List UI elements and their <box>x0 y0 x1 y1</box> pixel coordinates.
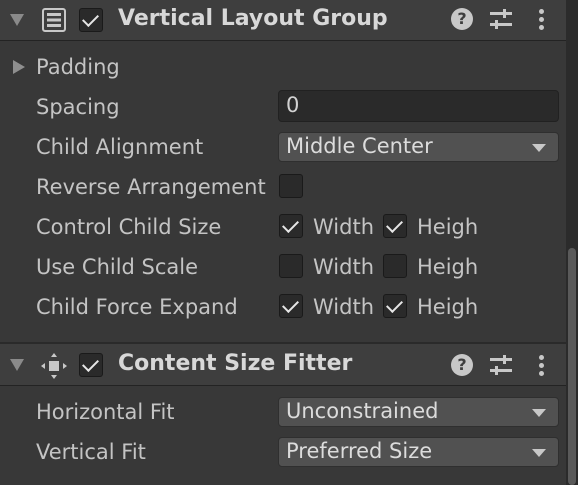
horizontal-fit-dropdown[interactable]: Unconstrained <box>278 397 559 427</box>
horizontal-fit-label: Horizontal Fit <box>36 400 175 424</box>
child-force-expand-width-checkbox[interactable] <box>279 294 303 318</box>
help-icon[interactable]: ? <box>451 354 473 376</box>
height-label: Heigh <box>417 255 479 279</box>
use-child-scale-label: Use Child Scale <box>36 255 199 279</box>
help-icon[interactable]: ? <box>451 8 473 30</box>
width-label: Width <box>313 215 375 239</box>
kebab-menu-icon[interactable] <box>539 8 545 32</box>
vertical-fit-value: Preferred Size <box>286 439 433 463</box>
child-force-expand-height-checkbox[interactable] <box>383 294 407 318</box>
use-child-scale-height-checkbox[interactable] <box>383 254 407 278</box>
presets-icon[interactable] <box>490 8 512 30</box>
scrollbar-thumb[interactable] <box>568 248 576 485</box>
spacing-label: Spacing <box>36 95 120 119</box>
child-force-expand-label: Child Force Expand <box>36 295 238 319</box>
vertical-fit-label: Vertical Fit <box>36 440 146 464</box>
vertical-fit-dropdown[interactable]: Preferred Size <box>278 437 559 467</box>
padding-label[interactable]: Padding <box>36 55 120 79</box>
child-alignment-value: Middle Center <box>286 134 433 158</box>
height-label: Heigh <box>417 215 479 239</box>
width-label: Width <box>313 255 375 279</box>
foldout-arrow-icon[interactable] <box>10 14 24 26</box>
component-title: Content Size Fitter <box>118 351 353 376</box>
spacing-input[interactable]: 0 <box>278 90 559 122</box>
content-size-fitter-enabled-checkbox[interactable] <box>79 353 103 377</box>
content-size-fitter-icon <box>40 352 68 380</box>
height-label: Heigh <box>417 295 479 319</box>
control-child-size-label: Control Child Size <box>36 215 222 239</box>
reverse-arrangement-checkbox[interactable] <box>279 174 303 198</box>
kebab-menu-icon[interactable] <box>539 354 545 378</box>
chevron-down-icon <box>532 409 546 417</box>
use-child-scale-width-checkbox[interactable] <box>279 254 303 278</box>
foldout-arrow-icon[interactable] <box>10 359 24 371</box>
control-child-size-height-checkbox[interactable] <box>383 214 407 238</box>
child-alignment-dropdown[interactable]: Middle Center <box>278 132 559 162</box>
control-child-size-width-checkbox[interactable] <box>279 214 303 238</box>
chevron-down-icon <box>532 144 546 152</box>
component-title: Vertical Layout Group <box>118 6 388 31</box>
presets-icon[interactable] <box>490 354 512 376</box>
width-label: Width <box>313 295 375 319</box>
chevron-down-icon <box>532 449 546 457</box>
padding-foldout-icon[interactable] <box>13 60 25 74</box>
child-alignment-label: Child Alignment <box>36 135 204 159</box>
reverse-arrangement-label: Reverse Arrangement <box>36 175 266 199</box>
horizontal-fit-value: Unconstrained <box>286 399 439 423</box>
vertical-layout-enabled-checkbox[interactable] <box>79 8 103 32</box>
vertical-layout-icon <box>42 8 66 32</box>
